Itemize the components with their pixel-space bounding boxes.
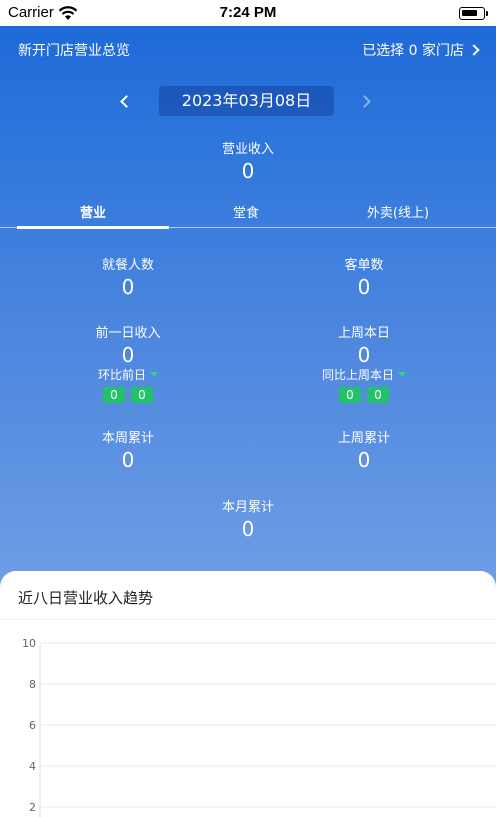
stat-label: 本周累计 [101,431,154,446]
stat-label: 上周本日 [337,326,390,341]
compare-wow: 同比上周本日 0 0 [254,366,474,403]
y-tick-label: 8 [29,678,36,691]
stat-value: 0 [121,275,135,299]
stat-value: 0 [357,343,371,367]
stat-label: 就餐人数 [101,258,154,273]
compare-label: 环比前日 [97,368,146,382]
top-bar: 新开门店营业总览 已选择 0 家门店 [0,40,496,60]
date-navigator: 2023年03月08日 [0,86,496,116]
change-badge: 0 [131,387,153,403]
tab-bar: 营业 堂食 外卖(线上) [0,202,496,229]
change-badge: 0 [339,387,361,403]
tab-business[interactable]: 营业 [17,202,169,229]
change-badge: 0 [103,387,125,403]
tab-dine-in-label: 堂食 [232,206,259,221]
y-tick-label: 4 [29,760,36,773]
tab-delivery[interactable]: 外卖(线上) [322,202,474,228]
trend-down-icon [398,372,406,377]
stat-value: 0 [241,517,255,541]
divider [0,619,496,620]
stat-week-total: 本周累计 0 [18,427,238,472]
stat-value: 0 [121,448,135,472]
store-selector-label: 已选择 0 家门店 [362,43,464,59]
date-picker-button[interactable]: 2023年03月08日 [159,86,334,116]
tab-business-label: 营业 [79,206,106,221]
y-tick-label: 6 [29,719,36,732]
compare-dod: 环比前日 0 0 [18,366,238,403]
revenue-label: 营业收入 [221,142,274,157]
stat-label: 客单数 [344,258,384,273]
stat-value: 0 [357,448,371,472]
trend-card: 近八日营业收入趋势 2 4 6 8 10 [0,571,496,817]
stat-avg-ticket: 客单数 0 [254,254,474,299]
stat-month-total: 本月累计 0 [138,496,358,541]
battery-cap [486,11,488,16]
trend-chart: 2 4 6 8 10 [22,637,496,817]
tab-delivery-label: 外卖(线上) [366,206,430,221]
tab-dine-in[interactable]: 堂食 [170,202,322,228]
battery-icon [459,7,485,20]
revenue-summary: 营业收入 0 [0,138,496,183]
stat-label: 上周累计 [337,431,390,446]
stat-prev-day: 前一日收入 0 [18,322,238,367]
store-selector-button[interactable]: 已选择 0 家门店 [362,40,480,60]
stat-last-week-day: 上周本日 0 [254,322,474,367]
stat-value: 0 [121,343,135,367]
page-title: 新开门店营业总览 [18,43,130,59]
stat-label: 本月累计 [221,500,274,515]
clock: 7:24 PM [219,4,277,21]
y-tick-label: 10 [22,637,36,650]
chevron-right-icon [468,44,480,56]
trend-down-icon [150,372,158,377]
status-bar: Carrier 7:24 PM [0,0,496,26]
change-badge: 0 [367,387,389,403]
compare-label: 同比上周本日 [321,368,394,382]
stat-diners: 就餐人数 0 [18,254,238,299]
stat-label: 前一日收入 [95,326,161,341]
y-tick-label: 2 [29,801,36,814]
revenue-value: 0 [241,159,255,183]
next-date-icon[interactable] [358,95,371,108]
stat-value: 0 [357,275,371,299]
trend-card-title: 近八日营业收入趋势 [18,589,154,607]
stat-last-week-total: 上周累计 0 [254,427,474,472]
prev-date-icon[interactable] [120,95,133,108]
